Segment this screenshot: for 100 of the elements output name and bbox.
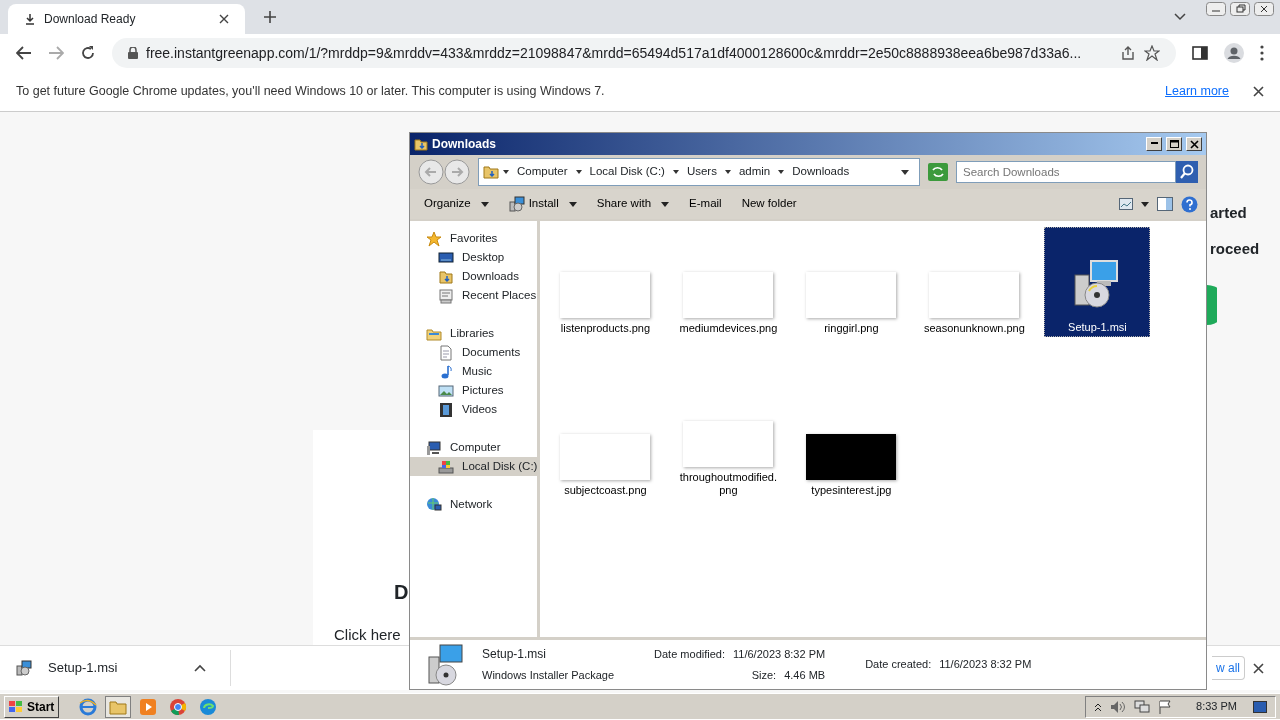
chrome-icon[interactable] — [169, 697, 188, 716]
show-desktop-icon[interactable] — [1253, 700, 1267, 713]
nav-item[interactable]: Local Disk (C:) — [410, 457, 538, 476]
view-icon[interactable] — [1119, 198, 1133, 210]
toolbar-button[interactable]: Install — [502, 193, 583, 215]
url-text: free.instantgreenapp.com/1/?mrddp=9&mrddv=433&mrddz=21098847&mrdd=65494d517a1df4000128600c&mrddr=2e50c8888938eea6be987d33a6... — [146, 43, 1083, 63]
close-icon[interactable] — [1253, 86, 1264, 97]
computer-icon — [426, 439, 442, 456]
speaker-icon[interactable] — [1110, 699, 1127, 714]
file-item[interactable]: throughoutmodified.png — [675, 389, 782, 499]
file-item[interactable]: mediumdevices.png — [675, 227, 782, 337]
share-icon[interactable] — [1120, 45, 1136, 61]
nav-item[interactable]: Libraries — [410, 324, 538, 343]
heading-fragment: roceed — [1210, 239, 1260, 259]
installer-icon — [16, 660, 32, 676]
search-icon[interactable] — [1176, 161, 1198, 183]
disk-icon — [438, 458, 454, 475]
folder-icon — [483, 164, 499, 180]
maximize-button[interactable] — [1166, 137, 1182, 151]
dropdown-arrow-icon[interactable] — [901, 169, 909, 175]
field-label: Date modified: — [654, 647, 725, 662]
preview-pane-icon[interactable] — [1157, 197, 1173, 211]
help-icon[interactable] — [1181, 195, 1198, 213]
toolbar-button[interactable]: Organize — [418, 193, 495, 215]
file-item[interactable]: ringgirl.png — [798, 227, 905, 337]
learn-more-link[interactable]: Learn more — [1165, 82, 1229, 101]
nav-item[interactable]: Favorites — [410, 229, 538, 248]
star-icon — [426, 230, 442, 247]
star-icon[interactable] — [1144, 45, 1160, 61]
field-label: Date created: — [865, 657, 932, 673]
address-bar[interactable]: free.instantgreenapp.com/1/?mrddp=9&mrddv=433&mrddz=21098847&mrdd=65494d517a1df4000128600c&mrddr=2e50c8888938eea6be987d33a6... — [112, 38, 1176, 68]
new-tab-icon[interactable] — [263, 10, 277, 24]
profile-icon[interactable] — [1224, 43, 1244, 63]
file-item[interactable]: subjectcoast.png — [552, 389, 659, 499]
close-icon[interactable] — [219, 14, 229, 24]
update-notice: To get future Google Chrome updates, you'll need Windows 10 or later. This computer is using Windows 7. — [16, 83, 606, 101]
close-icon[interactable] — [1254, 2, 1274, 16]
clock-icon — [438, 287, 454, 304]
breadcrumb-item[interactable]: Downloads — [788, 163, 854, 181]
network-icon[interactable] — [1134, 699, 1151, 714]
browser-tab[interactable]: Download Ready — [8, 4, 245, 34]
back-icon[interactable] — [16, 46, 32, 60]
file-item[interactable]: Setup-1.msi — [1044, 227, 1151, 337]
minimize-button[interactable] — [1146, 137, 1162, 151]
file-item[interactable]: typesinterest.jpg — [798, 389, 905, 499]
chevron-up-icon[interactable] — [1094, 702, 1103, 711]
breadcrumb-item[interactable]: Computer — [513, 163, 572, 181]
show-all-button[interactable]: w all — [1212, 656, 1245, 680]
search-field[interactable]: Search Downloads — [956, 161, 1176, 183]
heading-fragment: D — [394, 580, 409, 605]
toolbar-button[interactable]: E-mail — [683, 193, 728, 215]
nav-item[interactable]: Videos — [410, 400, 538, 419]
file-name: Setup-1.msi — [482, 646, 548, 664]
close-button[interactable] — [1186, 137, 1202, 151]
field-value: 11/6/2023 8:32 PM — [733, 647, 826, 662]
field-value: 4.46 MB — [784, 667, 826, 683]
dropdown-arrow-icon[interactable] — [778, 170, 785, 174]
dropdown-arrow-icon[interactable] — [672, 170, 679, 174]
refresh-icon[interactable] — [928, 163, 948, 181]
nav-item[interactable]: Downloads — [410, 267, 538, 286]
nav-item[interactable]: Desktop — [410, 248, 538, 267]
globe-icon — [426, 496, 442, 513]
nav-item[interactable]: Music — [410, 362, 538, 381]
dropdown-arrow-icon[interactable] — [503, 170, 509, 174]
nav-item[interactable]: Documents — [410, 343, 538, 362]
breadcrumb-item[interactable]: Local Disk (C:) — [585, 163, 669, 181]
document-icon — [438, 344, 454, 361]
dropdown-arrow-icon[interactable] — [575, 170, 582, 174]
minimize-icon[interactable] — [1206, 2, 1226, 16]
start-button[interactable]: Start — [4, 695, 60, 718]
download-item[interactable]: Setup-1.msi — [16, 650, 231, 686]
film-icon — [438, 401, 454, 418]
nav-item[interactable]: Computer — [410, 438, 538, 457]
reload-icon[interactable] — [80, 45, 96, 61]
nav-item[interactable]: Recent Places — [410, 286, 538, 305]
nav-item[interactable]: Network — [410, 495, 538, 514]
chevron-down-icon[interactable] — [1174, 13, 1186, 21]
field-label: Size: — [751, 667, 777, 683]
flag-icon[interactable] — [1158, 699, 1173, 714]
dropdown-arrow-icon[interactable] — [724, 170, 731, 174]
restore-icon[interactable] — [1230, 2, 1250, 16]
menu-icon[interactable] — [1260, 45, 1264, 61]
toolbar-button[interactable]: New folder — [735, 193, 803, 215]
side-panel-icon[interactable] — [1192, 46, 1208, 60]
lock-icon — [128, 47, 138, 59]
heading-fragment: arted — [1210, 203, 1247, 223]
close-icon[interactable] — [1253, 662, 1264, 674]
breadcrumb-item[interactable]: Users — [682, 163, 721, 181]
file-item[interactable]: seasonunknown.png — [921, 227, 1028, 337]
dropdown-arrow-icon[interactable] — [1141, 201, 1149, 207]
maximize-icon — [1169, 139, 1179, 149]
toolbar-button[interactable]: Share with — [590, 193, 676, 215]
file-item[interactable]: listenproducts.png — [552, 227, 659, 337]
media-player-icon[interactable] — [139, 697, 158, 716]
close-icon — [1189, 139, 1199, 149]
browser-icon[interactable] — [79, 697, 98, 716]
window-title: Downloads — [432, 136, 497, 153]
nav-item[interactable]: Pictures — [410, 381, 538, 400]
address-bar[interactable]: Computer Local Disk (C:) Users admin Downloads — [478, 158, 920, 186]
breadcrumb-item[interactable]: admin — [734, 163, 775, 181]
